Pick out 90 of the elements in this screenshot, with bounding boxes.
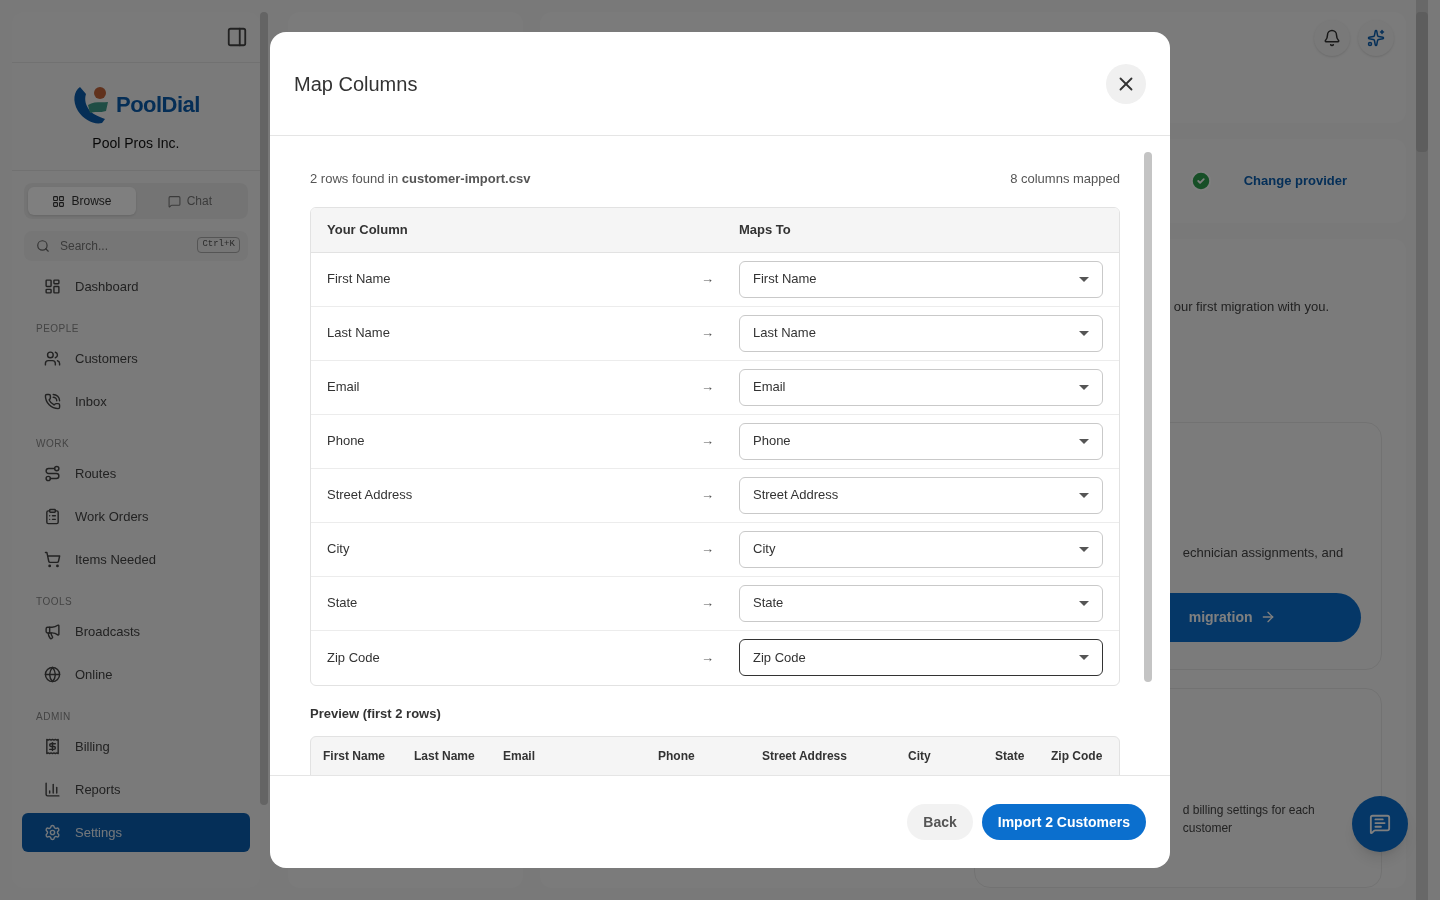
column-header: Zip Code [1051, 748, 1104, 765]
bar-chart-icon [44, 781, 61, 798]
nav-item[interactable]: Reports [22, 770, 250, 809]
dropdown-caret-icon [1079, 438, 1089, 444]
column-header: State [995, 748, 1026, 765]
scrollbar-thumb[interactable] [1144, 152, 1152, 682]
dropdown-caret-icon [1079, 546, 1089, 552]
scrollbar-thumb[interactable] [1416, 12, 1429, 152]
change-provider-link[interactable]: Change provider [1243, 170, 1347, 191]
column-header: First Name [323, 748, 387, 765]
target-select[interactable]: Street Address [739, 476, 1103, 514]
search-icon [36, 239, 50, 253]
target-select[interactable]: First Name [739, 260, 1103, 298]
dialog-title: Map Columns [294, 71, 418, 97]
column-header: Email [503, 748, 536, 765]
nav-item[interactable]: Inbox [22, 382, 250, 421]
target-select[interactable]: Email [739, 368, 1103, 406]
option-text: echnician assignments, and [1182, 544, 1345, 562]
receipt-icon [44, 738, 61, 755]
nav-item[interactable]: Billing [22, 727, 250, 766]
back-button[interactable]: Back [907, 804, 973, 840]
nav-item[interactable]: Routes [22, 454, 250, 493]
table-cell-text: Email [326, 378, 361, 397]
nav-item[interactable]: Customers [22, 339, 250, 378]
table-cell-text: Street Address [326, 486, 414, 505]
column-header: Last Name [414, 748, 476, 765]
dropdown-caret-icon [1079, 384, 1089, 390]
chat-bubble-icon [167, 194, 181, 208]
shortcut-hint: Ctrl+K [197, 237, 240, 253]
grid-icon [52, 194, 66, 208]
arrow-text: → [701, 378, 715, 397]
arrow-text: → [701, 270, 715, 289]
clipboard-icon [44, 508, 61, 525]
check-icon [1189, 169, 1212, 192]
company-name: Pool Pros Inc. [92, 134, 180, 153]
panel-toggle-icon[interactable] [225, 26, 248, 48]
preview-title: Preview (first 2 rows) [310, 704, 442, 723]
column-header: Phone [658, 748, 696, 765]
target-select[interactable]: Last Name [739, 314, 1103, 352]
dropdown-caret-icon [1079, 655, 1089, 660]
view-tab[interactable]: Browse [28, 187, 136, 215]
nav-item[interactable]: Broadcasts [22, 612, 250, 651]
dropdown-caret-icon [1079, 330, 1089, 336]
nav-item[interactable]: Dashboard [22, 267, 250, 306]
dashboard-icon [44, 278, 61, 295]
people-icon [44, 350, 61, 367]
option-text: d billing settings for each customer [1182, 802, 1316, 837]
arrow-text: → [701, 594, 715, 613]
close-button[interactable] [1106, 63, 1146, 104]
bell-icon [1323, 29, 1342, 47]
view-tab[interactable]: Chat [135, 187, 244, 215]
intro-text: our first migration with you. [1173, 297, 1331, 316]
table-cell-text: State [326, 594, 359, 613]
cart-icon [44, 551, 61, 568]
target-select[interactable]: Zip Code [739, 639, 1103, 676]
arrow-text: → [701, 432, 715, 451]
column-header: Maps To [739, 220, 791, 239]
nav-item[interactable]: Work Orders [22, 497, 250, 536]
table-cell-text: Phone [326, 432, 366, 451]
arrow-text: → [701, 540, 715, 559]
table-cell-text: First Name [326, 270, 392, 289]
sparkles-icon [1367, 29, 1386, 47]
table-cell-text: Last Name [326, 324, 391, 343]
dropdown-caret-icon [1079, 492, 1089, 498]
phone-icon [44, 393, 61, 410]
column-header: Your Column [326, 220, 409, 239]
column-header: City [908, 748, 932, 765]
dropdown-caret-icon [1079, 600, 1089, 606]
table-cell-text: Zip Code [326, 648, 381, 667]
dropdown-caret-icon [1079, 276, 1089, 282]
arrow-text: → [701, 324, 715, 343]
target-select[interactable]: Phone [739, 422, 1103, 460]
route-icon [44, 465, 61, 482]
file-summary: 2 rows found in customer-import.csv [310, 170, 531, 188]
brand-name: PoolDial [116, 90, 200, 119]
megaphone-icon [44, 623, 61, 640]
import-button[interactable]: Import 2 Customers [981, 804, 1146, 840]
nav-item[interactable]: Online [22, 655, 250, 694]
nav-item[interactable]: Settings [22, 813, 250, 852]
globe-icon [44, 666, 61, 683]
column-header: Street Address [762, 748, 848, 765]
nav-item[interactable]: Items Needed [22, 540, 250, 579]
target-select[interactable]: State [739, 584, 1103, 622]
mapped-count: 8 columns mapped [1010, 170, 1120, 188]
arrow-text: → [701, 486, 715, 505]
target-select[interactable]: City [739, 530, 1103, 568]
table-cell-text: City [326, 540, 351, 559]
arrow-text: → [701, 648, 715, 667]
settings-icon [44, 824, 61, 841]
message-icon [1369, 813, 1391, 835]
